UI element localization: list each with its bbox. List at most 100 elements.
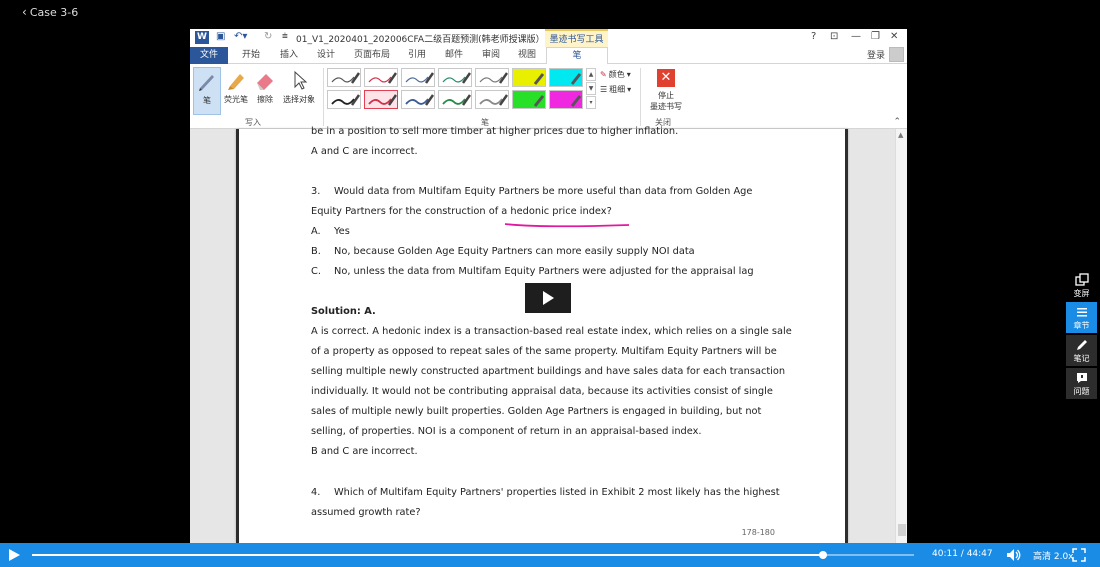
- save-icon[interactable]: ▣: [216, 31, 225, 42]
- eraser-tool-button[interactable]: 擦除: [251, 67, 279, 115]
- question-text: Would data from Multifam Equity Partners…: [334, 186, 753, 197]
- text-line: selling multiple newly constructed apart…: [311, 366, 786, 377]
- stop-inking-label-1: 停止: [658, 91, 674, 100]
- color-pen-icon: ✎: [600, 70, 607, 79]
- progress-bar[interactable]: [32, 551, 914, 559]
- option-text: Yes: [334, 226, 350, 237]
- pen-swatch[interactable]: [438, 68, 472, 87]
- gallery-scroll-down-icon[interactable]: ▼: [586, 82, 596, 95]
- color-label: 颜色: [608, 70, 625, 79]
- document-scrollbar[interactable]: ▲: [895, 129, 907, 543]
- highlighter-tool-button[interactable]: 荧光笔: [222, 67, 250, 115]
- scroll-up-icon[interactable]: ▲: [898, 131, 903, 139]
- close-icon[interactable]: ✕: [890, 31, 898, 42]
- tab-design[interactable]: 设计: [313, 47, 339, 64]
- thickness-dropdown[interactable]: ☰ 粗细 ▾: [600, 84, 631, 95]
- stop-inking-label-2: 墨迹书写: [650, 102, 682, 111]
- thickness-lines-icon: ☰: [600, 85, 608, 94]
- pen-stroke-icon: [442, 94, 471, 106]
- option-a[interactable]: A. Yes: [311, 226, 350, 237]
- eraser-icon: [257, 74, 273, 90]
- text-line: A is correct. A hedonic index is a trans…: [311, 326, 792, 337]
- play-overlay-button[interactable]: [525, 283, 571, 313]
- pen-swatch[interactable]: [549, 90, 583, 109]
- ribbon-display-icon[interactable]: ⊡: [830, 31, 838, 42]
- progress-handle[interactable]: [819, 551, 828, 559]
- pen-swatch[interactable]: [364, 68, 398, 87]
- pen-stroke-icon: [570, 73, 582, 85]
- color-dropdown[interactable]: ✎ 颜色 ▾: [600, 69, 631, 80]
- pen-swatch[interactable]: [512, 68, 546, 87]
- pen-stroke-icon: [570, 95, 582, 107]
- tab-file[interactable]: 文件: [190, 47, 228, 64]
- play-button[interactable]: [9, 549, 20, 561]
- time-display: 40:11 / 44:47: [932, 549, 993, 559]
- undo-icon[interactable]: ↶▾: [234, 31, 247, 42]
- side-questions-button[interactable]: 问题: [1066, 368, 1097, 399]
- option-b[interactable]: B. No, because Golden Age Equity Partners…: [311, 246, 695, 257]
- redo-icon[interactable]: ↻: [264, 31, 272, 42]
- tab-view[interactable]: 视图: [514, 47, 540, 64]
- select-objects-button[interactable]: 选择对象: [280, 67, 318, 115]
- pen-swatch[interactable]: [475, 68, 509, 87]
- pen-swatch[interactable]: [364, 90, 398, 109]
- tab-page-layout[interactable]: 页面布局: [350, 47, 394, 64]
- fullscreen-icon[interactable]: [1072, 548, 1086, 562]
- stop-inking-icon: ✕: [657, 69, 675, 87]
- tab-mailings[interactable]: 邮件: [441, 47, 467, 64]
- minimize-icon[interactable]: —: [851, 31, 861, 42]
- question-text: assumed growth rate?: [311, 507, 421, 518]
- pen-stroke-icon: [533, 95, 545, 107]
- avatar[interactable]: [889, 47, 904, 62]
- collapse-ribbon-icon[interactable]: ⌃: [893, 117, 901, 127]
- text-line: selling, of properties. NOI is a compone…: [311, 426, 702, 437]
- document-area: be in a position to sell more timber at …: [190, 126, 907, 543]
- gallery-scroll-up-icon[interactable]: ▲: [586, 68, 596, 81]
- inked-phrase: hedonic price index?: [510, 206, 612, 217]
- pen-swatch[interactable]: [327, 68, 361, 87]
- chevron-left-icon: ‹: [22, 5, 27, 19]
- tab-references[interactable]: 引用: [404, 47, 430, 64]
- chevron-down-icon: ▾: [627, 85, 632, 94]
- pen-swatch[interactable]: [401, 90, 435, 109]
- scrollbar-thumb[interactable]: [898, 524, 906, 536]
- option-letter: A.: [311, 226, 321, 237]
- option-c[interactable]: C. No, unless the data from Multifam Equi…: [311, 266, 754, 277]
- stop-inking-button[interactable]: ✕ 停止 墨迹书写: [645, 67, 687, 115]
- top-bar: ‹ Case 3-6: [0, 0, 1100, 24]
- pen-swatch[interactable]: [438, 90, 472, 109]
- option-text: No, because Golden Age Equity Partners c…: [334, 246, 695, 257]
- question-number: 4.: [311, 487, 321, 498]
- side-notes-button[interactable]: 笔记: [1066, 335, 1097, 366]
- side-switch-screen-button[interactable]: 变屏: [1066, 270, 1097, 301]
- side-label: 变屏: [1073, 289, 1090, 298]
- pen-tool-label: 笔: [203, 96, 211, 105]
- highlighter-tool-label: 荧光笔: [224, 95, 248, 104]
- back-button[interactable]: ‹ Case 3-6: [22, 5, 78, 19]
- tab-review[interactable]: 审阅: [478, 47, 504, 64]
- restore-icon[interactable]: ❐: [871, 31, 880, 42]
- select-objects-label: 选择对象: [283, 95, 315, 104]
- login-link[interactable]: 登录: [867, 48, 885, 61]
- play-icon: [543, 291, 554, 305]
- gallery-more-icon[interactable]: ▾: [586, 96, 596, 109]
- pen-stroke-icon: [331, 72, 360, 84]
- pen-swatch[interactable]: [327, 90, 361, 109]
- tab-insert[interactable]: 插入: [276, 47, 302, 64]
- customize-quick-access-icon[interactable]: ⩧: [282, 31, 288, 42]
- question-number: 3.: [311, 186, 321, 197]
- pen-tool-button[interactable]: 笔: [193, 67, 221, 115]
- quality-speed-selector[interactable]: 高清 2.0x: [1033, 549, 1074, 562]
- text-line: A and C are incorrect.: [311, 146, 418, 157]
- volume-icon[interactable]: [1006, 548, 1022, 562]
- help-icon[interactable]: ?: [811, 31, 816, 42]
- side-chapters-button[interactable]: 章节: [1066, 302, 1097, 333]
- highlighter-icon: [228, 74, 244, 90]
- pen-swatch[interactable]: [401, 68, 435, 87]
- tab-pen[interactable]: 笔: [546, 47, 608, 65]
- pen-swatch[interactable]: [512, 90, 546, 109]
- write-group-label: 写入: [245, 118, 261, 127]
- tab-home[interactable]: 开始: [238, 47, 264, 64]
- pen-swatch[interactable]: [475, 90, 509, 109]
- pen-swatch[interactable]: [549, 68, 583, 87]
